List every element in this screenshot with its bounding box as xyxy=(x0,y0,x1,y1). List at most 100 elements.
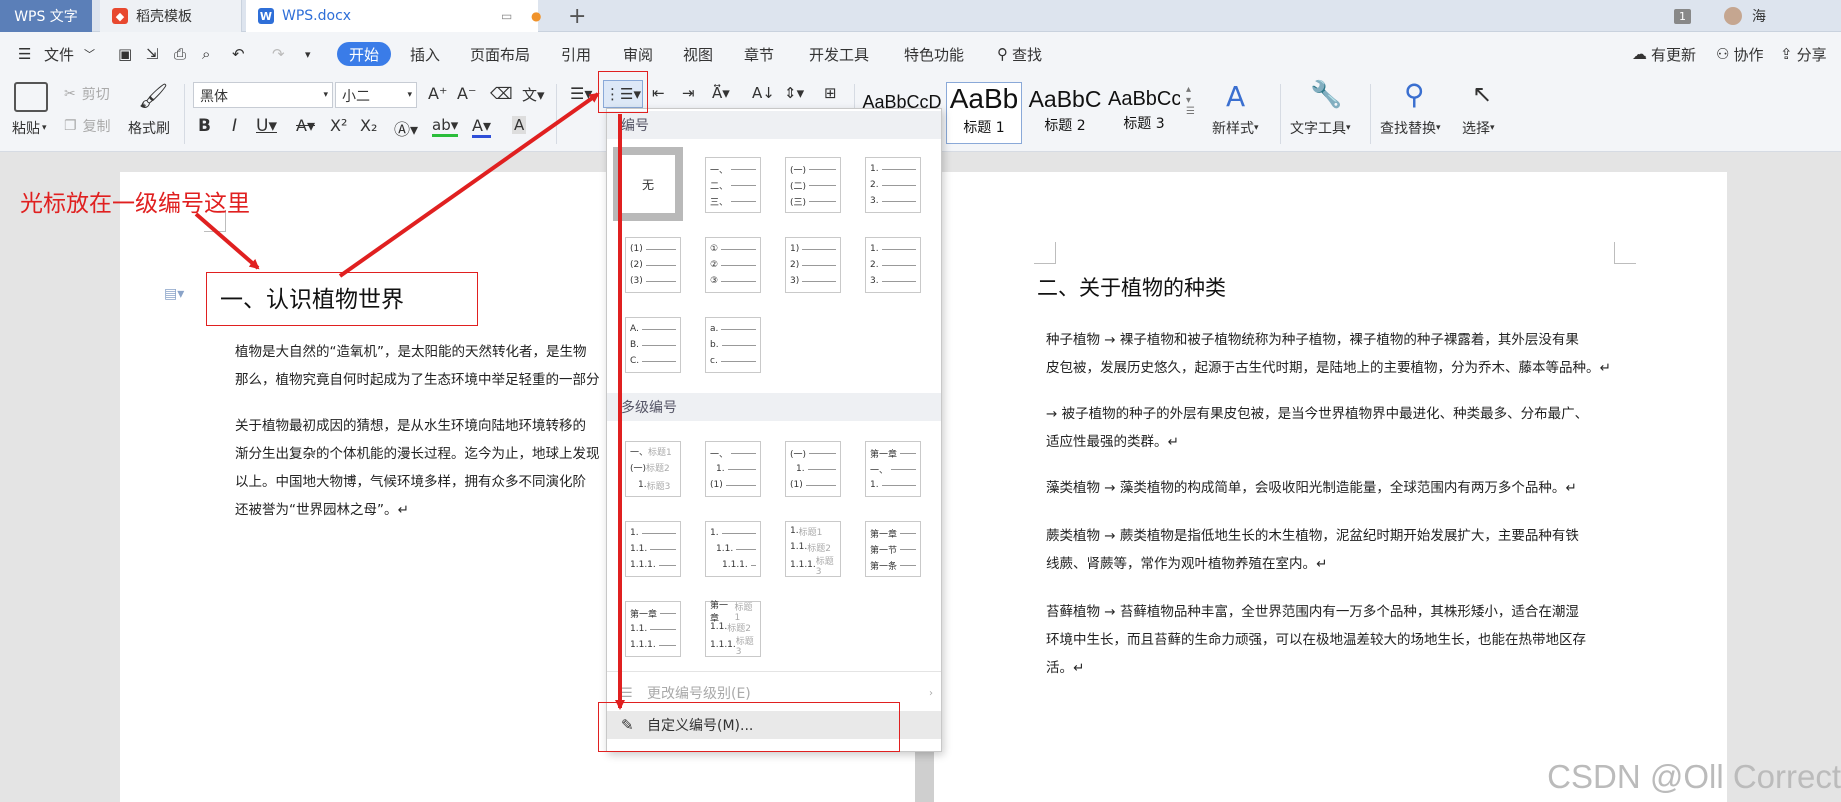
copy-button[interactable]: ❐ 复制 xyxy=(64,116,111,136)
heading-2[interactable]: 二、关于植物的种类 xyxy=(1037,272,1226,302)
multilevel-style-4[interactable]: 第一章 一、 1. xyxy=(865,441,921,497)
print-preview-icon[interactable]: ⌕ xyxy=(202,42,210,66)
bullet-list-icon[interactable]: ☰▾ xyxy=(570,84,592,103)
new-style-icon[interactable]: A xyxy=(1226,80,1245,113)
numbering-style-arabic-dot-2[interactable]: 1. 2. 3. xyxy=(865,237,921,293)
document-page-right[interactable]: 二、关于植物的种类 种子植物 → 裸子植物和被子植物统称为种子植物，裸子植物的种… xyxy=(934,172,1727,802)
bold-icon[interactable]: B xyxy=(198,116,211,136)
style-heading-2[interactable]: AaBbC 标题 2 xyxy=(1026,82,1104,144)
user-name[interactable]: 海 xyxy=(1752,6,1766,26)
numbering-style-arabic-paren[interactable]: 1) 2) 3) xyxy=(785,237,841,293)
page-badge[interactable]: 1 xyxy=(1674,8,1691,24)
paste-button[interactable]: 粘贴 ▾ xyxy=(12,118,47,138)
section-seed-plants[interactable]: 种子植物 → 裸子植物和被子植物统称为种子植物，裸子植物的种子裸露着，其外层没有… xyxy=(1046,326,1686,382)
numbering-style-cn[interactable]: 一、 二、 三、 xyxy=(705,157,761,213)
collab-button[interactable]: ⚇ 协作 xyxy=(1716,42,1763,66)
menu-references[interactable]: 引用 xyxy=(561,42,591,66)
sort-icon[interactable]: A↓ xyxy=(752,84,775,102)
menu-page-layout[interactable]: 页面布局 xyxy=(470,42,530,66)
highlight-icon[interactable]: ab▾ xyxy=(432,116,459,137)
multilevel-style-5[interactable]: 1. 1.1. 1.1.1. xyxy=(625,521,681,577)
numbering-style-paren-arabic[interactable]: (1) (2) (3) xyxy=(625,237,681,293)
menu-review[interactable]: 审阅 xyxy=(623,42,653,66)
text-direction-icon[interactable]: A⃡▾ xyxy=(712,84,730,102)
new-tab-button[interactable]: + xyxy=(568,4,586,29)
multilevel-style-6[interactable]: 1. 1.1. 1.1.1. xyxy=(705,521,761,577)
subscript-icon[interactable]: X₂ xyxy=(360,116,377,135)
share-button[interactable]: ⇪ 分享 xyxy=(1780,42,1827,66)
format-painter-button[interactable]: 格式刷 xyxy=(128,118,170,138)
text-tools-button[interactable]: 文字工具 ▾ xyxy=(1290,118,1351,138)
multilevel-style-10[interactable]: 第一章 标题1 1.1. 标题2 1.1.1. 标题3 xyxy=(705,601,761,657)
multilevel-style-3[interactable]: (一) 1. (1) xyxy=(785,441,841,497)
multilevel-style-7[interactable]: 1. 标题1 1.1. 标题2 1.1.1. 标题3 xyxy=(785,521,841,577)
window-icon[interactable]: ▭ xyxy=(501,9,512,23)
numbering-style-upper-alpha[interactable]: A. B. C. xyxy=(625,317,681,373)
style-heading-1[interactable]: AaBb 标题 1 xyxy=(946,82,1022,144)
shrink-font-icon[interactable]: A⁻ xyxy=(457,84,476,103)
multilevel-style-2[interactable]: 一、 1. (1) xyxy=(705,441,761,497)
undo-icon[interactable]: ↶ xyxy=(232,42,245,66)
find-menu[interactable]: ⚲ 查找 xyxy=(997,42,1042,66)
line-spacing-icon[interactable]: ⇕▾ xyxy=(784,84,804,102)
section-ferns[interactable]: 蕨类植物 → 蕨类植物是指低地生长的木生植物，泥盆纪时期开始发展扩大，主要品种有… xyxy=(1046,522,1686,578)
paragraph-handle-icon[interactable]: ▤▾ xyxy=(164,286,184,302)
numbering-style-cn-paren[interactable]: (一) (二) (三) xyxy=(785,157,841,213)
multilevel-style-1[interactable]: 一、 标题1 (一) 标题2 1. 标题3 xyxy=(625,441,681,497)
cursor-icon[interactable]: ↖ xyxy=(1472,80,1492,108)
italic-icon[interactable]: I xyxy=(232,116,237,136)
text-effect-icon[interactable]: Ⓐ▾ xyxy=(394,116,418,140)
cut-button[interactable]: ✂ 剪切 xyxy=(64,84,110,104)
clear-format-icon[interactable]: ⌫ xyxy=(490,84,513,103)
print-icon[interactable]: ⎙ xyxy=(174,42,186,66)
superscript-icon[interactable]: X² xyxy=(330,116,347,135)
multilevel-style-8[interactable]: 第一章 第一节 第一条 xyxy=(865,521,921,577)
decrease-indent-icon[interactable]: ⇤ xyxy=(652,84,665,102)
section-mosses[interactable]: 苔藓植物 → 苔藓植物品种丰富，全世界范围内有一万多个品种，其株形矮小，适合在潮… xyxy=(1046,598,1686,682)
numbering-style-arabic-dot[interactable]: 1. 2. 3. xyxy=(865,157,921,213)
paste-icon[interactable] xyxy=(14,82,48,112)
tab-template[interactable]: ◆ 稻壳模板 xyxy=(100,0,242,32)
paragraph-line: → 被子植物的种子的外层有果皮包被，是当今世界植物界中最进化、种类最多、分布最广… xyxy=(1046,406,1589,422)
tab-wps-writer[interactable]: WPS 文字 xyxy=(0,0,92,32)
grow-font-icon[interactable]: A⁺ xyxy=(428,84,447,103)
save-icon[interactable]: ▣ xyxy=(118,42,132,66)
char-shading-icon[interactable]: A xyxy=(512,116,527,134)
section-algae[interactable]: 藻类植物 → 藻类植物的构成简单，会吸收阳光制造能量，全球范围内有两万多个品种。… xyxy=(1046,474,1686,502)
menu-chapter[interactable]: 章节 xyxy=(744,42,774,66)
font-color-icon[interactable]: A▾ xyxy=(472,116,491,138)
customize-icon[interactable]: ▾ xyxy=(305,42,311,66)
font-size-select[interactable]: 小二 ▾ xyxy=(335,82,417,108)
new-style-button[interactable]: 新样式 ▾ xyxy=(1212,118,1259,138)
tab-document[interactable]: W WPS.docx ▭ ● xyxy=(246,0,541,32)
menu-start[interactable]: 开始 xyxy=(337,42,392,66)
pinyin-icon[interactable]: 文▾ xyxy=(522,84,545,105)
increase-indent-icon[interactable]: ⇥ xyxy=(682,84,695,102)
section-angiosperms[interactable]: → 被子植物的种子的外层有果皮包被，是当今世界植物界中最进化、种类最多、分布最广… xyxy=(1046,400,1686,456)
menu-view[interactable]: 视图 xyxy=(683,42,713,66)
numbering-style-lower-alpha[interactable]: a. b. c. xyxy=(705,317,761,373)
find-replace-button[interactable]: 查找替换 ▾ xyxy=(1380,118,1441,138)
strikethrough-icon[interactable]: A▾ xyxy=(296,116,315,135)
magnifier-icon[interactable]: ⚲ xyxy=(1404,78,1425,111)
numbering-style-circled[interactable]: ①②③ xyxy=(705,237,761,293)
select-button[interactable]: 选择 ▾ xyxy=(1462,118,1495,138)
style-heading-3[interactable]: AaBbCc 标题 3 xyxy=(1108,82,1180,144)
multilevel-style-9[interactable]: 第一章 1.1. 1.1.1. xyxy=(625,601,681,657)
show-marks-icon[interactable]: ⊞ xyxy=(824,84,837,102)
export-icon[interactable]: ⇲ xyxy=(146,42,159,66)
menu-features[interactable]: 特色功能 xyxy=(904,42,964,66)
hamburger-icon[interactable]: ☰ xyxy=(18,42,31,66)
wrench-icon[interactable]: 🔧 xyxy=(1310,80,1342,110)
menu-insert[interactable]: 插入 xyxy=(410,42,440,66)
underline-icon[interactable]: U▾ xyxy=(256,116,277,136)
redo-icon[interactable]: ↷ xyxy=(272,42,285,66)
numbering-none[interactable]: 无 xyxy=(613,147,683,221)
update-button[interactable]: ☁ 有更新 xyxy=(1632,42,1696,66)
menu-developer[interactable]: 开发工具 xyxy=(809,42,869,66)
style-scroll-icon[interactable]: ▴ ▾ ☰ xyxy=(1186,84,1195,117)
file-menu[interactable]: 文件 ﹀ xyxy=(44,42,95,66)
avatar[interactable] xyxy=(1724,7,1742,25)
font-name-select[interactable]: 黑体 ▾ xyxy=(193,82,333,108)
format-painter-icon[interactable]: 🖌 xyxy=(138,82,168,110)
